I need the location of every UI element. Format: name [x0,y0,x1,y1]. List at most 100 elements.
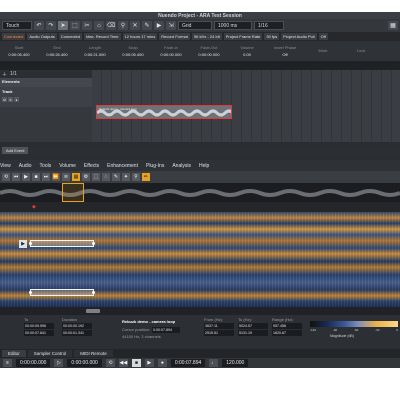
track-row[interactable]: Track M S ● [0,87,92,107]
forward-icon[interactable]: ⏭ [42,173,50,181]
tab-editor[interactable]: Editor [2,350,26,357]
selection-handle[interactable] [92,242,95,245]
selection-handle[interactable] [29,242,32,245]
info-column-value[interactable]: 5024.57 [238,323,268,329]
menu-item-plug-ins[interactable]: Plug-Ins [146,163,164,169]
range-tool-icon[interactable]: ⬚ [70,21,80,30]
layout-icon[interactable]: ▦ [388,21,398,30]
waveform-overview[interactable] [0,183,400,202]
horizontal-scrollbar[interactable] [0,307,400,315]
info-column-value[interactable]: 2515.51 [204,330,234,336]
info-line-value[interactable]: 0:00:26.400 [46,52,67,57]
metronome-icon[interactable]: ♩ [209,359,219,367]
scrollbar-thumb[interactable] [86,309,100,313]
stop-transport-icon[interactable]: ■ [131,359,141,367]
record-icon[interactable]: ● [157,359,167,367]
erase-tool-icon[interactable]: ⌫ [106,21,116,30]
spectrogram-canvas[interactable]: ▶ [0,212,400,307]
info-line-field[interactable]: Fade-Out 0:00:00.000 [192,45,226,57]
overview-selection[interactable] [62,183,84,202]
right-locator[interactable]: 0:00:00.000 [67,359,102,367]
play-tool-icon[interactable]: ▶ [154,21,164,30]
track-folder-header[interactable]: Elements [0,78,92,87]
draw-icon[interactable]: ✏ [142,173,150,181]
magic-wand-icon[interactable]: ✦ [122,173,130,181]
info-column-value[interactable]: 957.456 [272,323,302,329]
grid-select[interactable]: Grid [178,21,212,30]
spectral-selection[interactable] [30,289,94,296]
play-transport-icon[interactable]: ▶ [144,359,154,367]
solo-button[interactable]: S [8,97,13,102]
info-line-field[interactable]: Lock [344,48,378,55]
menu-item-volume[interactable]: Volume [59,163,76,169]
time-axis[interactable]: ◆ [0,202,400,212]
menu-item-view[interactable]: View [0,163,11,169]
loop-icon[interactable]: ⟲ [2,173,10,181]
info-line-value[interactable]: 0:00:00.000 [198,52,219,57]
info-line-value[interactable]: 0.00 [243,52,251,57]
mute-button[interactable]: M [2,97,7,102]
menu-item-effects[interactable]: Effects [84,163,99,169]
info-line-field[interactable]: Invert Phase Off [268,45,302,57]
draw-tool-icon[interactable]: ✎ [142,21,152,30]
tab-midi-remote[interactable]: MIDI Remote [74,350,113,357]
left-locator[interactable]: 0:00:00.000 [16,359,51,367]
tab-sampler-control[interactable]: Sampler Control [27,350,73,357]
info-line-field[interactable]: Snap 0:00:05.400 [116,45,150,57]
lasso-tool-icon[interactable]: ◌ [102,173,110,181]
info-line-field[interactable]: End 0:00:26.400 [40,45,74,57]
mute-tool-icon[interactable]: ✕ [130,21,140,30]
info-line-field[interactable]: Length 0:00:21.000 [78,45,112,57]
selection-handle[interactable] [92,291,95,294]
timeline-ruler[interactable] [0,61,400,70]
menu-item-enhancement[interactable]: Enhancement [107,163,138,169]
info-line-value[interactable]: Off [282,52,287,57]
zoom-tool-icon[interactable]: ⚲ [118,21,128,30]
audio-event[interactable]: Rebuzk demo - camera loop [96,105,232,119]
info-line-field[interactable]: Volume 0.00 [230,45,264,57]
glue-tool-icon[interactable]: ⌂ [94,21,104,30]
add-event-button[interactable]: Add Event [2,147,29,154]
split-tool-icon[interactable]: ✂ [82,21,92,30]
menu-item-analysis[interactable]: Analysis [172,163,191,169]
cycle-icon[interactable]: ⟲ [105,359,115,367]
tempo-display[interactable]: 120.000 [222,359,249,367]
select-tool-icon[interactable]: ⬚ [92,173,100,181]
add-track-icon[interactable]: ＋ [2,71,7,78]
menu-item-help[interactable]: Help [199,163,209,169]
info-column-value[interactable]: 00:00:07.841 [24,330,54,336]
menu-icon[interactable]: ≡ [3,359,12,367]
menu-item-audio[interactable]: Audio [19,163,32,169]
info-line-field[interactable]: Mute [306,48,340,55]
info-line-value[interactable]: 0:00:21.000 [84,52,105,57]
info-column-value[interactable]: 5131.19 [238,330,268,336]
selection-handle[interactable] [29,291,32,294]
info-column-value[interactable]: 00:00:00.192 [62,323,92,329]
brush-tool-icon[interactable]: ✎ [112,173,120,181]
info-line-value[interactable]: 0:00:05.400 [8,52,29,57]
arrange-area[interactable]: Rebuzk demo - camera loop [92,70,400,142]
menu-item-tools[interactable]: Tools [40,163,52,169]
info-column-value[interactable]: 1620.67 [272,330,302,336]
info-line-value[interactable]: 0:00:00.000 [160,52,181,57]
cycle-start-icon[interactable]: ▷ [54,359,64,367]
info-line-field[interactable]: Fade-In 0:00:00.000 [154,45,188,57]
rewind-icon[interactable]: ⏮ [12,173,20,181]
snap-icon[interactable]: ⇲ [166,21,176,30]
info-line-field[interactable]: Start 0:00:05.400 [2,45,36,57]
spectrogram-view-icon[interactable]: ▦ [72,173,80,181]
play-selection-icon[interactable]: ▶ [19,240,27,248]
grid-value-select[interactable]: 1000 ms [214,21,252,30]
undo-icon[interactable]: ↶ [34,21,44,30]
info-column-value[interactable]: 3637.11 [204,323,234,329]
spectral-selection[interactable] [30,240,94,247]
settings-icon[interactable]: ⚙ [82,173,90,181]
marker-icon[interactable]: ◆ [32,204,36,210]
play-icon[interactable]: ▶ [22,173,30,181]
touch-mode-select[interactable]: Touch [2,21,32,30]
info-column-value[interactable]: 00:00:01.341 [62,330,92,336]
rewind-transport-icon[interactable]: ◀◀ [118,359,128,367]
info-column-value[interactable]: 00:00:09.596 [24,323,54,329]
info-line-value[interactable]: 0:00:05.400 [122,52,143,57]
record-enable-button[interactable]: ● [14,97,19,102]
